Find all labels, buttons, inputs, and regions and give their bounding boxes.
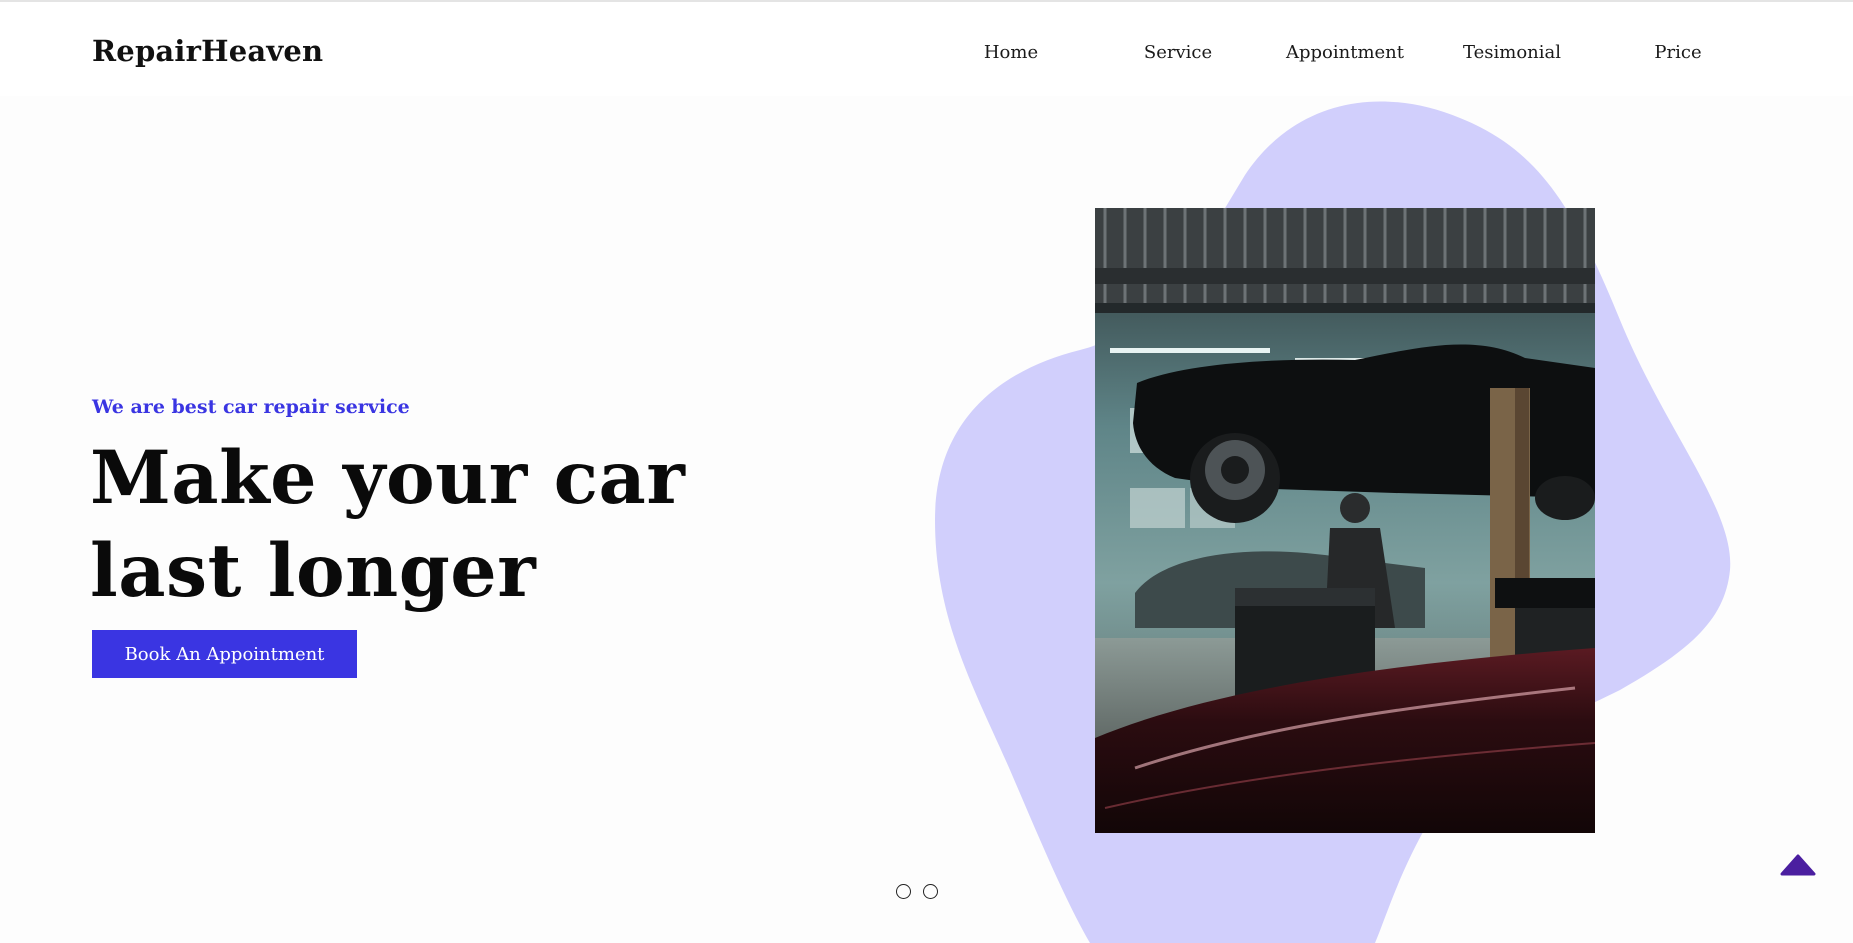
nav-price[interactable]: Price: [1608, 42, 1748, 63]
nav-testimonial[interactable]: Tesimonial: [1442, 42, 1582, 63]
nav-service[interactable]: Service: [1108, 42, 1248, 63]
hero-headline: Make your car last longer: [90, 435, 686, 614]
carousel-dot-1[interactable]: [896, 884, 911, 899]
nav-appointment[interactable]: Appointment: [1275, 42, 1415, 63]
hero-eyebrow: We are best car repair service: [92, 396, 410, 418]
caret-up-icon[interactable]: [1780, 852, 1816, 876]
hero-image: [1095, 208, 1595, 833]
site-logo[interactable]: RepairHeaven: [92, 34, 323, 68]
book-appointment-button[interactable]: Book An Appointment: [92, 630, 357, 678]
navbar: RepairHeaven Home Service Appointment Te…: [0, 2, 1853, 96]
carousel-dot-2[interactable]: [923, 884, 938, 899]
nav-home[interactable]: Home: [941, 42, 1081, 63]
